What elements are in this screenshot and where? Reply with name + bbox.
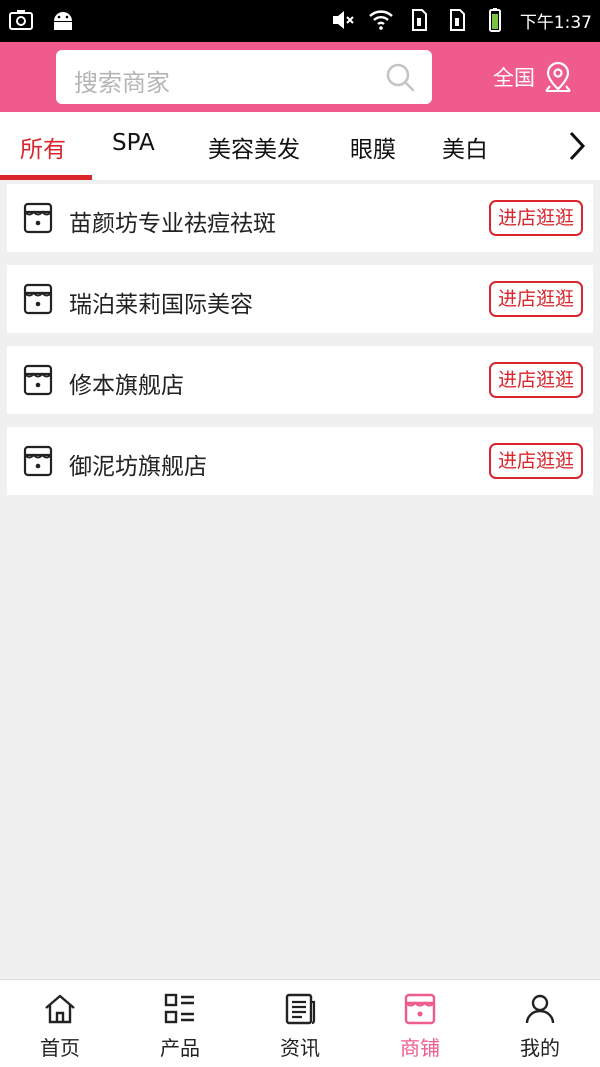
nav-products[interactable]: 产品 bbox=[120, 980, 240, 1067]
region-selector[interactable]: 全国 bbox=[493, 60, 573, 94]
shop-name: 苗颜坊专业祛痘祛斑 bbox=[69, 211, 276, 237]
tab-spa[interactable]: SPA bbox=[112, 130, 155, 156]
wifi-icon bbox=[368, 10, 393, 30]
shop-name: 瑞泊莱莉国际美容 bbox=[69, 292, 253, 318]
nav-news[interactable]: 资讯 bbox=[240, 980, 360, 1067]
enter-shop-button[interactable]: 进店逛逛 bbox=[488, 281, 583, 317]
location-pin-icon bbox=[545, 61, 571, 92]
shop-name: 修本旗舰店 bbox=[69, 373, 184, 399]
sim2-icon bbox=[449, 9, 465, 31]
store-icon bbox=[23, 364, 53, 396]
shop-list-item[interactable]: 苗颜坊专业祛痘祛斑 进店逛逛 bbox=[7, 184, 593, 252]
home-icon bbox=[45, 994, 75, 1024]
status-bar: 下午1:37 bbox=[0, 0, 600, 42]
screenshot-icon bbox=[9, 10, 33, 30]
nav-stores[interactable]: 商铺 bbox=[360, 980, 480, 1067]
shop-name: 御泥坊旗舰店 bbox=[69, 454, 207, 480]
nav-home[interactable]: 首页 bbox=[0, 980, 120, 1067]
app-header: 搜索商家 全国 bbox=[0, 42, 600, 112]
search-placeholder: 搜索商家 bbox=[74, 69, 170, 97]
tab-all[interactable]: 所有 bbox=[20, 130, 66, 164]
nav-label: 我的 bbox=[520, 1036, 560, 1060]
shop-list-item[interactable]: 修本旗舰店 进店逛逛 bbox=[7, 346, 593, 414]
search-input[interactable]: 搜索商家 bbox=[56, 50, 432, 104]
user-icon bbox=[525, 994, 555, 1024]
bottom-navigation: 首页 产品 资讯 商铺 我的 bbox=[0, 979, 600, 1067]
nav-label: 资讯 bbox=[280, 1036, 320, 1060]
enter-shop-button[interactable]: 进店逛逛 bbox=[488, 362, 583, 398]
nav-label: 首页 bbox=[40, 1036, 80, 1060]
nav-me[interactable]: 我的 bbox=[480, 980, 600, 1067]
nav-label: 商铺 bbox=[400, 1036, 440, 1060]
shop-list-item[interactable]: 御泥坊旗舰店 进店逛逛 bbox=[7, 427, 593, 495]
category-tabs: 所有 SPA 美容美发 眼膜 美白 bbox=[0, 112, 600, 180]
status-time: 下午1:37 bbox=[519, 12, 592, 33]
store-icon bbox=[23, 445, 53, 477]
tab-beauty-hair[interactable]: 美容美发 bbox=[208, 130, 300, 164]
search-icon[interactable] bbox=[384, 61, 416, 93]
enter-shop-button[interactable]: 进店逛逛 bbox=[488, 443, 583, 479]
android-icon bbox=[54, 12, 72, 30]
region-label: 全国 bbox=[493, 66, 535, 90]
store-icon bbox=[23, 283, 53, 315]
sim1-icon bbox=[411, 9, 427, 31]
nav-label: 产品 bbox=[160, 1036, 200, 1060]
store-icon bbox=[23, 202, 53, 234]
news-icon bbox=[285, 993, 316, 1025]
active-tab-indicator bbox=[0, 175, 92, 180]
enter-shop-button[interactable]: 进店逛逛 bbox=[488, 200, 583, 236]
battery-icon bbox=[488, 8, 501, 32]
chevron-right-icon[interactable] bbox=[564, 128, 590, 164]
mute-icon bbox=[332, 11, 354, 29]
store-icon bbox=[404, 993, 436, 1025]
tab-eye-mask[interactable]: 眼膜 bbox=[350, 130, 396, 164]
product-grid-icon bbox=[164, 993, 194, 1024]
tab-whitening[interactable]: 美白 bbox=[442, 130, 488, 164]
shop-list-item[interactable]: 瑞泊莱莉国际美容 进店逛逛 bbox=[7, 265, 593, 333]
